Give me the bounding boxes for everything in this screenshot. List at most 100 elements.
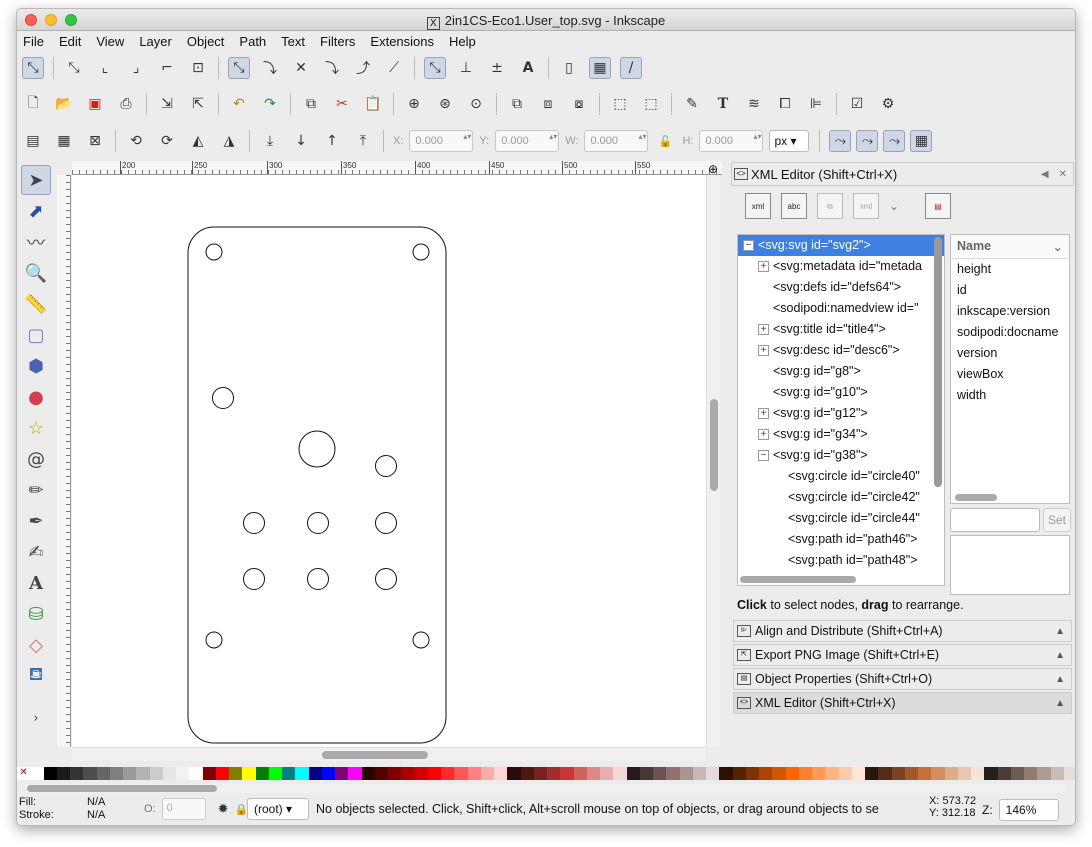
raise-top-icon[interactable]: ⤒	[352, 130, 374, 152]
snap-nodes-icon[interactable]: ⤡	[228, 57, 250, 79]
layer-visibility-icon[interactable]: ✹	[218, 801, 229, 817]
xml-tree-node[interactable]: <svg:path id="path46">	[738, 529, 944, 550]
menu-object[interactable]: Object	[187, 34, 225, 49]
jack-hole[interactable]	[375, 455, 397, 477]
color-swatch[interactable]	[732, 767, 746, 780]
attribute-list[interactable]: Name ⌄ height id inkscape:version sodipodi:d…	[950, 234, 1070, 504]
menu-file[interactable]: File	[23, 34, 44, 49]
snap-grid-icon[interactable]: ▦	[589, 57, 611, 79]
open-icon[interactable]: 📂	[53, 93, 75, 115]
snap-text-baseline-icon[interactable]: A	[517, 57, 539, 79]
color-swatch[interactable]	[401, 767, 415, 780]
star-tool-icon[interactable]: ☆	[21, 413, 51, 443]
color-swatch[interactable]	[759, 767, 773, 780]
color-swatch[interactable]	[268, 767, 282, 780]
color-swatch[interactable]	[96, 767, 110, 780]
color-swatch[interactable]	[242, 767, 256, 780]
color-swatch[interactable]	[613, 767, 627, 780]
color-swatch[interactable]	[997, 767, 1011, 780]
layer-select[interactable]: (root) ▾	[247, 798, 309, 820]
color-swatch[interactable]	[944, 767, 958, 780]
xml-tree-node[interactable]: <svg:g id="g8">	[738, 361, 944, 382]
snap-intersection-icon[interactable]: ✕	[290, 57, 312, 79]
color-swatch[interactable]	[467, 767, 481, 780]
menu-layer[interactable]: Layer	[139, 34, 172, 49]
xml-tree-node[interactable]: + <svg:g id="g34">	[738, 424, 944, 445]
align-distribute-tab[interactable]: ⊫ Align and Distribute (Shift+Ctrl+A) ▲	[733, 620, 1072, 642]
set-attribute-button[interactable]: Set	[1043, 508, 1071, 532]
color-swatch[interactable]	[639, 767, 653, 780]
color-swatch[interactable]	[547, 767, 561, 780]
canvas-horizontal-scrollbar[interactable]	[72, 747, 706, 761]
xml-tree-node[interactable]: <svg:path id="path48">	[738, 550, 944, 571]
color-swatch[interactable]	[480, 767, 494, 780]
3dbox-tool-icon[interactable]: ⬢	[21, 351, 51, 381]
export-icon[interactable]: ⇱	[187, 93, 209, 115]
snap-bbox-icon[interactable]: ⤡	[63, 57, 85, 79]
deselect-icon[interactable]: ⊠	[84, 130, 106, 152]
attribute-item[interactable]: version	[951, 343, 1069, 364]
zoom-drawing-icon[interactable]: ⊛	[434, 93, 456, 115]
new-text-node-icon[interactable]: abc	[781, 193, 807, 219]
canvas-vertical-scrollbar[interactable]	[706, 175, 720, 747]
snap-bbox-midpoint-icon[interactable]: ⌐	[156, 57, 178, 79]
expand-icon[interactable]: +	[758, 345, 769, 356]
color-swatch[interactable]	[123, 767, 137, 780]
xml-tree-node[interactable]: + <svg:desc id="desc6">	[738, 340, 944, 361]
color-swatch[interactable]	[838, 767, 852, 780]
color-swatch[interactable]	[666, 767, 680, 780]
color-swatch[interactable]	[812, 767, 826, 780]
color-swatch[interactable]	[109, 767, 123, 780]
zoom-corner-icon[interactable]: ⊕	[708, 162, 718, 176]
more-options-icon[interactable]: ⌄	[889, 199, 899, 213]
duplicate-icon[interactable]: ⧉	[506, 93, 528, 115]
flip-vertical-icon[interactable]: ◮	[218, 130, 240, 152]
color-swatch[interactable]	[586, 767, 600, 780]
color-swatch[interactable]	[520, 767, 534, 780]
expand-icon[interactable]: +	[758, 429, 769, 440]
color-swatch[interactable]	[931, 767, 945, 780]
jack-hole[interactable]	[243, 568, 265, 590]
zoom-selection-icon[interactable]: ⊕	[403, 93, 425, 115]
text-font-icon[interactable]: T	[712, 93, 734, 115]
raise-icon[interactable]: ↑	[321, 130, 343, 152]
xml-tree-node[interactable]: <svg:circle id="circle44"	[738, 508, 944, 529]
color-swatch[interactable]	[162, 767, 176, 780]
color-swatch[interactable]	[374, 767, 388, 780]
select-all-icon[interactable]: ▤	[22, 130, 44, 152]
color-palette[interactable]: ✕	[17, 767, 1075, 780]
menu-extensions[interactable]: Extensions	[370, 34, 434, 49]
width-field[interactable]: 0.000	[584, 130, 649, 152]
zoom-page-icon[interactable]: ⊙	[465, 93, 487, 115]
close-panel-icon[interactable]: ✕	[1059, 169, 1067, 180]
snap-others-icon[interactable]: ⤡	[424, 57, 446, 79]
collapse-panel-icon[interactable]: ◀	[1041, 169, 1049, 180]
color-swatch[interactable]	[533, 767, 547, 780]
color-swatch[interactable]	[335, 767, 349, 780]
more-tools-icon[interactable]: ›	[21, 703, 51, 733]
attribute-item[interactable]: width	[951, 385, 1069, 406]
color-swatch[interactable]	[427, 767, 441, 780]
undo-icon[interactable]: ↶	[228, 93, 250, 115]
color-swatch[interactable]	[600, 767, 614, 780]
xml-node-tree[interactable]: − <svg:svg id="svg2"> + <svg:metadata id="m…	[737, 234, 945, 586]
align-distribute-icon[interactable]: ⊫	[805, 93, 827, 115]
color-swatch[interactable]	[149, 767, 163, 780]
color-swatch[interactable]	[825, 767, 839, 780]
preferences-icon[interactable]: ⚙	[877, 93, 899, 115]
color-swatch[interactable]	[1050, 767, 1064, 780]
menu-path[interactable]: Path	[239, 34, 266, 49]
tweak-tool-icon[interactable]: 〰	[21, 227, 51, 257]
clone-icon[interactable]: ⧈	[537, 93, 559, 115]
color-swatch[interactable]	[918, 767, 932, 780]
canvas[interactable]	[72, 175, 706, 747]
new-element-node-icon[interactable]: xml	[745, 193, 771, 219]
snap-midpoint-icon[interactable]: ⤴	[352, 57, 374, 79]
eraser-tool-icon[interactable]: ◇	[21, 630, 51, 660]
mount-hole[interactable]	[205, 243, 223, 261]
color-swatch[interactable]	[865, 767, 879, 780]
fill-stroke-icon[interactable]: ✎	[681, 93, 703, 115]
xml-tree-node[interactable]: + <svg:title id="title4">	[738, 319, 944, 340]
x-field[interactable]: 0.000	[409, 130, 474, 152]
paint-bucket-tool-icon[interactable]: ⛾	[21, 661, 51, 691]
